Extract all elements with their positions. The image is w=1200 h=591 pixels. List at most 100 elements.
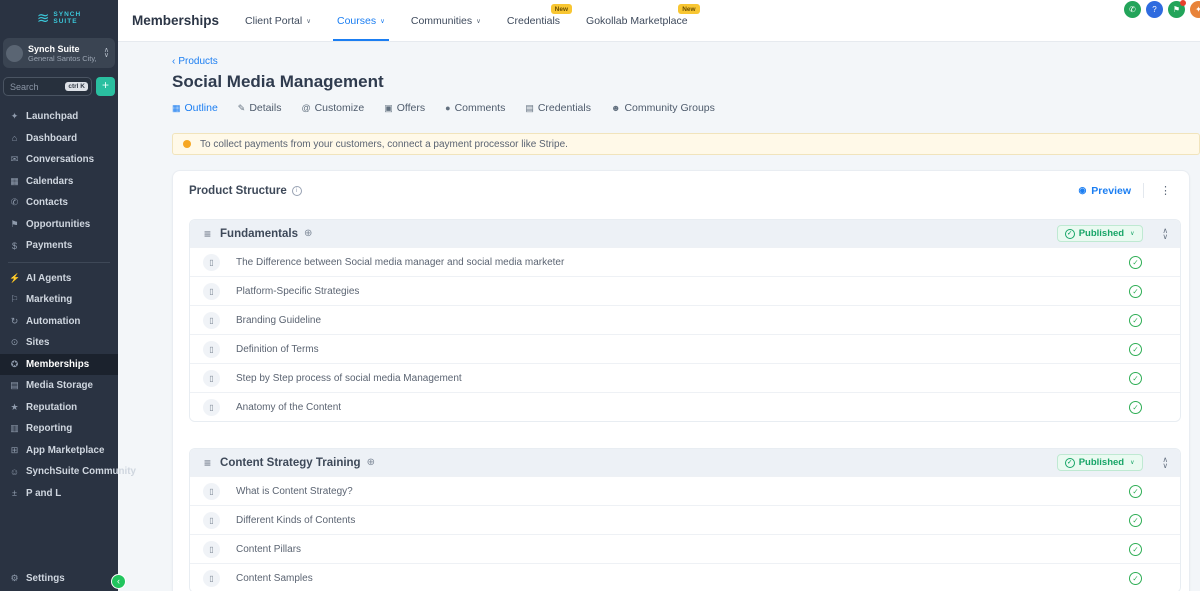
launchpad-icon: ✦ — [10, 111, 19, 122]
sidebar-item-launchpad[interactable]: ✦ Launchpad — [0, 106, 118, 128]
chevron-down-icon: ∨ — [306, 18, 311, 25]
tab-courses[interactable]: Courses ∨ — [333, 0, 389, 41]
collapse-section-control[interactable]: ∧ ∨ — [1163, 227, 1169, 239]
lesson-row[interactable]: ▯ Branding Guideline ✓ — [190, 305, 1180, 334]
lesson-row[interactable]: ▯ Content Pillars ✓ — [190, 534, 1180, 563]
sidebar-item-opportunities[interactable]: ⚑ Opportunities — [0, 214, 118, 236]
published-check-icon: ✓ — [1129, 371, 1142, 385]
tab-comments[interactable]: ● Comments — [445, 102, 505, 114]
sites-icon: ⊙ — [10, 337, 19, 348]
search-input[interactable]: Search ctrl K — [3, 77, 92, 96]
sidebar-item-marketing[interactable]: ⚐ Marketing — [0, 289, 118, 311]
app-logo: ≋ SYNCH SUITE — [0, 3, 118, 33]
published-check-icon: ✓ — [1129, 284, 1142, 298]
document-icon: ▯ — [203, 398, 220, 416]
contacts-icon: ✆ — [10, 197, 19, 208]
sidebar-item-settings[interactable]: ⚙ Settings — [0, 568, 118, 588]
tab-details[interactable]: ✎ Details — [238, 102, 282, 114]
sidebar-item-automation[interactable]: ↻ Automation — [0, 311, 118, 333]
kebab-menu-button[interactable]: ⋮ — [1156, 184, 1175, 197]
logo-text-line2: SUITE — [53, 18, 78, 25]
profile-button[interactable]: ✦ — [1190, 1, 1200, 18]
opportunities-icon: ⚑ — [10, 218, 19, 229]
lesson-row[interactable]: ▯ Definition of Terms ✓ — [190, 334, 1180, 363]
tab-outline[interactable]: ▦ Outline — [172, 102, 218, 114]
published-status-dropdown[interactable]: ✓ Published ∨ — [1056, 225, 1143, 242]
sidebar-item-conversations[interactable]: ✉ Conversations — [0, 149, 118, 171]
sidebar-item-memberships[interactable]: ✪ Memberships — [0, 353, 118, 375]
document-icon: ▯ — [203, 340, 220, 358]
tab-customize[interactable]: @ Customize — [301, 102, 364, 114]
course-section-fundamentals: ≡ Fundamentals ⊕ ✓ Published ∨ ∧ ∨ ▯ The… — [189, 219, 1181, 422]
gear-icon: ⚙ — [10, 572, 19, 583]
add-circle-icon[interactable]: ⊕ — [304, 228, 312, 239]
media-storage-icon: ▤ — [10, 380, 19, 391]
chevron-updown-icon: ∧ ∨ — [103, 47, 109, 59]
sidebar-item-calendars[interactable]: ▦ Calendars — [0, 171, 118, 193]
phone-button[interactable]: ✆ — [1124, 1, 1141, 18]
tab-offers[interactable]: ▣ Offers — [384, 102, 425, 114]
drag-handle-icon[interactable]: ≡ — [204, 227, 211, 241]
document-icon: ▯ — [203, 569, 220, 587]
reputation-icon: ★ — [10, 401, 19, 412]
main-area: Memberships Client Portal ∨ Courses ∨ Co… — [118, 0, 1200, 591]
lesson-row[interactable]: ▯ Platform-Specific Strategies ✓ — [190, 276, 1180, 305]
account-switcher[interactable]: Synch Suite General Santos City, ... ∧ ∨ — [3, 38, 115, 68]
profile-icon: ✦ — [1195, 5, 1200, 14]
vertical-divider — [1143, 183, 1144, 198]
collapse-section-control[interactable]: ∧ ∨ — [1163, 456, 1169, 468]
sidebar-item-reputation[interactable]: ★ Reputation — [0, 397, 118, 419]
payments-icon: $ — [11, 240, 17, 251]
app-window: ≋ SYNCH SUITE Synch Suite General Santos… — [0, 0, 1200, 591]
sidebar-item-reporting[interactable]: ▥ Reporting — [0, 418, 118, 440]
document-icon: ▯ — [203, 540, 220, 558]
sidebar-item-ai-agents[interactable]: ⚡ AI Agents — [0, 268, 118, 290]
tab-client-portal[interactable]: Client Portal ∨ — [245, 0, 311, 41]
published-check-icon: ✓ — [1129, 513, 1142, 527]
sidebar-item-payments[interactable]: $ Payments — [0, 235, 118, 257]
sidebar-item-sites[interactable]: ⊙ Sites — [0, 332, 118, 354]
outline-icon: ▦ — [172, 102, 181, 113]
preview-button[interactable]: ◉ Preview — [1078, 185, 1131, 197]
drag-handle-icon[interactable]: ≡ — [204, 456, 211, 470]
published-status-dropdown[interactable]: ✓ Published ∨ — [1056, 454, 1143, 471]
sidebar-item-contacts[interactable]: ✆ Contacts — [0, 192, 118, 214]
tab-community-groups[interactable]: ☻ Community Groups — [611, 102, 715, 114]
tab-credentials[interactable]: Credentials New — [507, 0, 573, 41]
tab-credentials-product[interactable]: ▤ Credentials — [525, 102, 591, 114]
breadcrumb[interactable]: ‹ Products — [172, 56, 1200, 67]
lesson-row[interactable]: ▯ The Difference between Social media ma… — [190, 247, 1180, 276]
add-circle-icon[interactable]: ⊕ — [367, 457, 375, 468]
payment-warning-banner: To collect payments from your customers,… — [172, 133, 1200, 155]
lesson-row[interactable]: ▯ What is Content Strategy? ✓ — [190, 476, 1180, 505]
sidebar-item-app-marketplace[interactable]: ⊞ App Marketplace — [0, 440, 118, 462]
sidebar-item-synchsuite-community[interactable]: ☺ SynchSuite Community — [0, 461, 136, 483]
published-check-icon: ✓ — [1129, 342, 1142, 356]
published-check-icon: ✓ — [1129, 400, 1142, 414]
sidebar-divider — [8, 261, 110, 263]
sidebar-item-media-storage[interactable]: ▤ Media Storage — [0, 375, 118, 397]
page-section-title: Memberships — [132, 13, 220, 28]
tab-communities[interactable]: Communities ∨ — [411, 0, 481, 41]
sidebar-item-dashboard[interactable]: ⌂ Dashboard — [0, 128, 118, 150]
automation-icon: ↻ — [10, 315, 19, 326]
product-structure-card: Product Structure i ◉ Preview ⋮ ≡ Fundam… — [172, 170, 1190, 591]
lesson-row[interactable]: ▯ Different Kinds of Contents ✓ — [190, 505, 1180, 534]
quick-add-button[interactable]: + — [96, 77, 115, 96]
card-title: Product Structure — [189, 184, 287, 197]
tab-gokollab-marketplace[interactable]: Gokollab Marketplace New — [586, 0, 700, 41]
help-button[interactable]: ? — [1146, 1, 1163, 18]
offers-icon: ▣ — [384, 102, 393, 113]
lesson-row[interactable]: ▯ Content Samples ✓ — [190, 563, 1180, 591]
check-circle-icon: ✓ — [1064, 228, 1075, 239]
sidebar-collapse-button[interactable]: ‹ — [111, 574, 126, 589]
calendars-icon: ▦ — [10, 175, 19, 186]
sidebar-item-p-and-l[interactable]: ± P and L — [0, 483, 118, 505]
new-badge: New — [678, 4, 700, 14]
announcements-button[interactable]: ⚑ — [1168, 0, 1186, 18]
customize-icon: @ — [301, 103, 311, 113]
lesson-row[interactable]: ▯ Anatomy of the Content ✓ — [190, 392, 1180, 421]
document-icon: ▯ — [203, 282, 220, 300]
community-groups-icon: ☻ — [610, 103, 621, 113]
lesson-row[interactable]: ▯ Step by Step process of social media M… — [190, 363, 1180, 392]
